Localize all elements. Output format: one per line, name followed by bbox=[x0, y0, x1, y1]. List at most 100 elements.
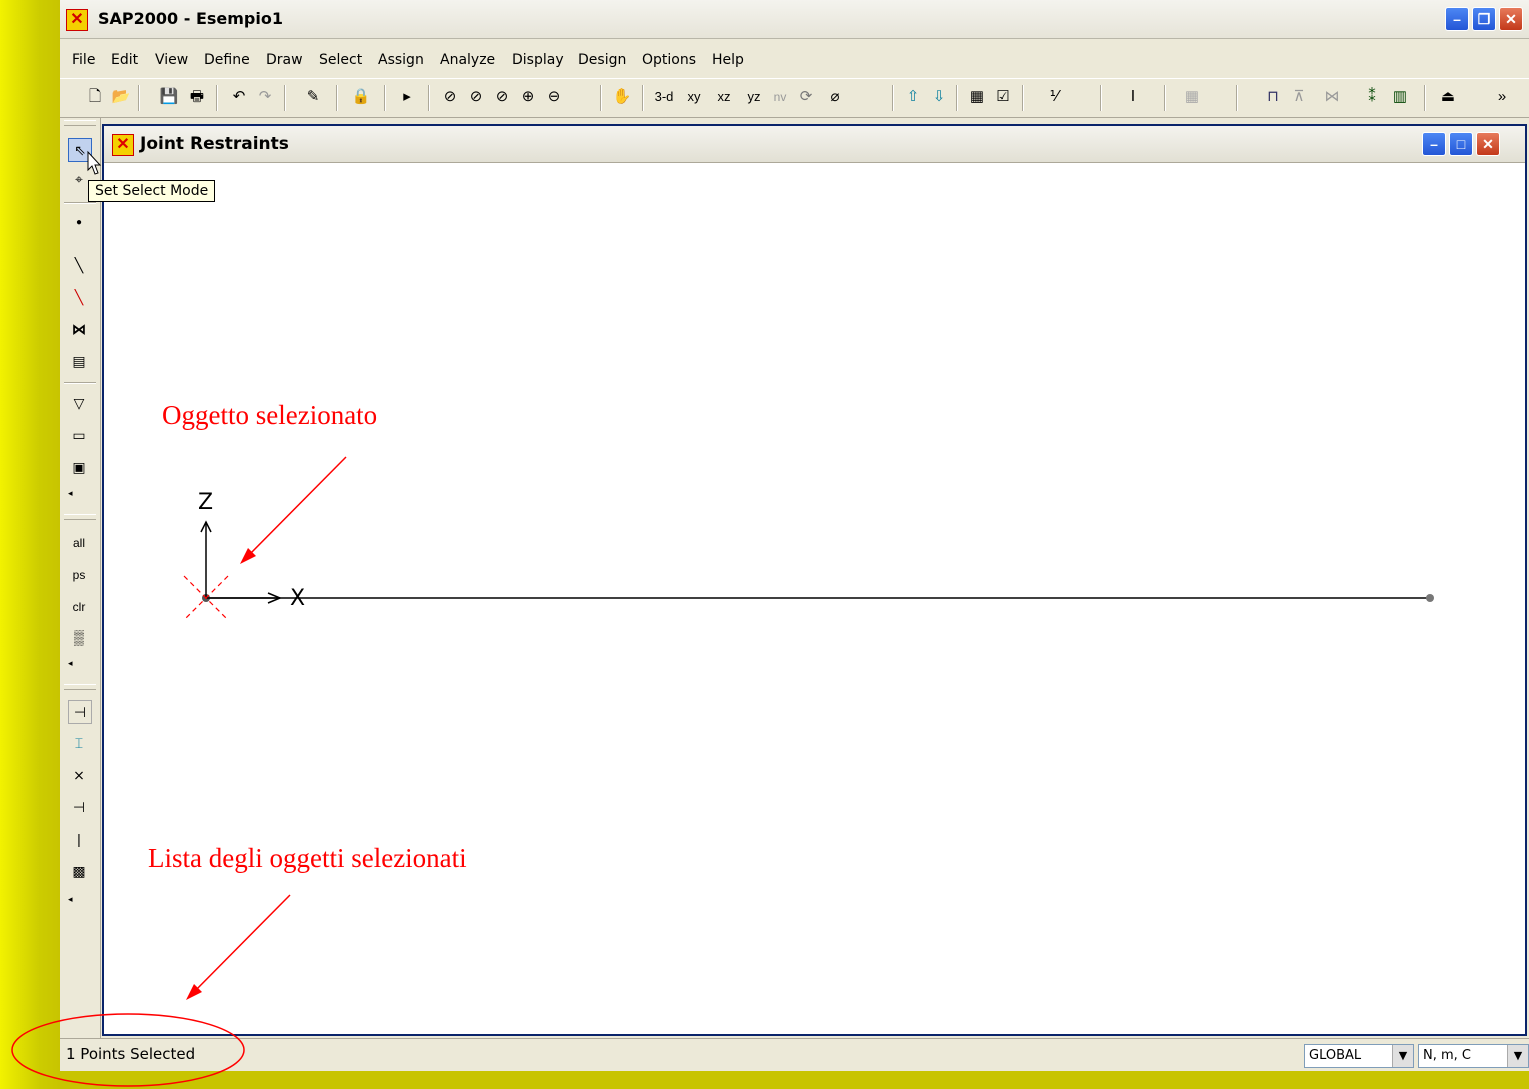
menu-select[interactable]: Select bbox=[319, 52, 362, 68]
zoom-in-icon[interactable]: ⊕ bbox=[516, 85, 540, 109]
menu-help[interactable]: Help bbox=[712, 52, 744, 68]
more-tools-icon[interactable]: » bbox=[1490, 85, 1514, 109]
graph-icon[interactable]: ⁑ bbox=[1360, 85, 1384, 109]
snap-perpendicular-icon[interactable]: ⊣ bbox=[68, 796, 90, 818]
perspective-icon[interactable]: ⌀ bbox=[820, 85, 850, 109]
show-frames-icon[interactable]: Ⅰ bbox=[1118, 85, 1148, 109]
menu-assign[interactable]: Assign bbox=[378, 52, 424, 68]
coord-system-select[interactable]: GLOBAL ▼ bbox=[1304, 1044, 1414, 1068]
child-title-bar: ✕ Joint Restraints – □ ✕ bbox=[104, 126, 1525, 163]
tooltip: Set Select Mode bbox=[88, 180, 216, 202]
coord-system-value: GLOBAL bbox=[1309, 1048, 1362, 1063]
menu-options[interactable]: Options bbox=[642, 52, 696, 68]
save-icon[interactable]: 💾 bbox=[158, 85, 180, 109]
annotation-selected-object: Oggetto selezionato bbox=[162, 400, 378, 430]
quick-draw-area-icon[interactable]: ▣ bbox=[68, 456, 90, 478]
set-elements-icon[interactable]: ☑ bbox=[992, 85, 1014, 109]
invert-selection-icon[interactable]: ▒ bbox=[68, 626, 90, 648]
child-maximize-button[interactable]: □ bbox=[1449, 132, 1473, 156]
deformed-shape-icon[interactable]: ⋈ bbox=[1314, 85, 1350, 109]
pointer-select-icon[interactable]: ⇖ bbox=[68, 138, 92, 162]
app-title: SAP2000 - Esempio1 bbox=[98, 9, 283, 28]
expand-snap-toolbar-icon[interactable]: ◂ bbox=[68, 888, 90, 910]
left-toolbar: ⇖ ⌖ ● ╲ ╲ ⋈ ▤ ▽ ▭ ▣ ◂ all ps clr ▒ ◂ ⊣ ⌶… bbox=[60, 118, 101, 1038]
main-toolbar: 🗋 📂 💾 🖶 ↶ ↷ ✎ 🔒 ▸ ⊘ ⊘ ⊘ ⊕ ⊖ ✋ 3-d xy xz … bbox=[60, 78, 1529, 118]
child-minimize-button[interactable]: – bbox=[1422, 132, 1446, 156]
quick-draw-frame-icon[interactable]: ╲ bbox=[68, 286, 90, 308]
view-xy-button[interactable]: xy bbox=[682, 85, 706, 109]
sap2000-logo-icon: ✕ bbox=[66, 9, 88, 31]
area-options-icon[interactable]: ▦ bbox=[1174, 85, 1210, 109]
expand-toolbar-icon[interactable]: ◂ bbox=[68, 482, 90, 504]
snap-ends-icon[interactable]: ⌶ bbox=[68, 732, 90, 754]
select-all-button[interactable]: all bbox=[68, 532, 90, 554]
draw-poly-area-icon[interactable]: ▽ bbox=[68, 392, 90, 414]
frame-icon[interactable]: ⊓ bbox=[1262, 85, 1284, 109]
zoom-previous-icon[interactable]: ⊘ bbox=[464, 85, 488, 109]
draw-point-icon[interactable]: ● bbox=[68, 212, 90, 234]
snap-lines-icon[interactable]: | bbox=[68, 828, 90, 850]
pencil-icon[interactable]: ✎ bbox=[302, 85, 324, 109]
print-icon[interactable]: 🖶 bbox=[186, 85, 208, 109]
view-yz-button[interactable]: yz bbox=[742, 85, 766, 109]
menu-define[interactable]: Define bbox=[204, 52, 250, 68]
snap-fine-grid-icon[interactable]: ▩ bbox=[68, 860, 90, 882]
expand-select-toolbar-icon[interactable]: ◂ bbox=[68, 652, 90, 674]
set-display-icon[interactable]: ▦ bbox=[966, 85, 988, 109]
draw-secondary-icon[interactable]: ▤ bbox=[68, 350, 90, 372]
title-bar: ✕ SAP2000 - Esempio1 – ❐ ✕ bbox=[60, 0, 1529, 39]
previous-selection-button[interactable]: ps bbox=[68, 564, 90, 586]
draw-braces-icon[interactable]: ⋈ bbox=[68, 318, 90, 340]
view-xz-button[interactable]: xz bbox=[712, 85, 736, 109]
chevron-down-icon[interactable]: ▼ bbox=[1507, 1045, 1528, 1067]
snap-points-icon[interactable]: ⊣ bbox=[68, 700, 92, 724]
menu-edit[interactable]: Edit bbox=[111, 52, 138, 68]
menu-draw[interactable]: Draw bbox=[266, 52, 303, 68]
app-window: ✕ SAP2000 - Esempio1 – ❐ ✕ File Edit Vie… bbox=[60, 0, 1529, 1071]
truss-icon[interactable]: ⊼ bbox=[1288, 85, 1310, 109]
draw-rect-area-icon[interactable]: ▭ bbox=[68, 424, 90, 446]
menu-display[interactable]: Display bbox=[512, 52, 564, 68]
run-analysis-icon[interactable]: ▸ bbox=[396, 85, 418, 109]
plot-icon[interactable]: ▥ bbox=[1388, 85, 1412, 109]
undo-icon[interactable]: ↶ bbox=[228, 85, 250, 109]
pan-hand-icon[interactable]: ✋ bbox=[610, 85, 634, 109]
menu-view[interactable]: View bbox=[155, 52, 188, 68]
sap2000-window-icon: ✕ bbox=[112, 134, 134, 156]
status-bar: 1 Points Selected GLOBAL ▼ N, m, C ▼ bbox=[60, 1038, 1529, 1072]
down-arrow-icon[interactable]: ⇩ bbox=[928, 85, 950, 109]
open-folder-icon[interactable]: 📂 bbox=[110, 85, 132, 109]
menu-bar: File Edit View Define Draw Select Assign… bbox=[60, 48, 1529, 74]
lock-icon[interactable]: 🔒 bbox=[350, 85, 372, 109]
view-3d-button[interactable]: 3-d bbox=[652, 85, 676, 109]
menu-file[interactable]: File bbox=[72, 52, 95, 68]
reshape-icon[interactable]: ⌖ bbox=[68, 168, 90, 190]
child-close-button[interactable]: ✕ bbox=[1476, 132, 1500, 156]
draw-frame-icon[interactable]: ╲ bbox=[68, 254, 90, 276]
minimize-button[interactable]: – bbox=[1445, 7, 1469, 31]
new-file-icon[interactable]: 🗋 bbox=[84, 85, 106, 109]
percent-icon[interactable]: ⅟ bbox=[1034, 85, 1074, 109]
up-arrow-icon[interactable]: ⇧ bbox=[902, 85, 924, 109]
snap-intersections-icon[interactable]: ⨯ bbox=[68, 764, 90, 786]
restore-button[interactable]: ❐ bbox=[1472, 7, 1496, 31]
x-axis-label: X bbox=[290, 586, 306, 611]
export-icon[interactable]: ⏏ bbox=[1436, 85, 1460, 109]
units-select[interactable]: N, m, C ▼ bbox=[1418, 1044, 1529, 1068]
view-nv-button[interactable]: nv bbox=[768, 85, 792, 109]
zoom-out-icon[interactable]: ⊖ bbox=[542, 85, 566, 109]
joint-restraints-window: ✕ Joint Restraints – □ ✕ bbox=[102, 124, 1527, 1036]
menu-design[interactable]: Design bbox=[578, 52, 626, 68]
units-value: N, m, C bbox=[1423, 1048, 1471, 1063]
z-axis-label: Z bbox=[198, 490, 214, 515]
close-button[interactable]: ✕ bbox=[1499, 7, 1523, 31]
annotation-selection-list: Lista degli oggetti selezionati bbox=[148, 843, 467, 873]
menu-analyze[interactable]: Analyze bbox=[440, 52, 495, 68]
redo-icon[interactable]: ↷ bbox=[254, 85, 276, 109]
zoom-window-icon[interactable]: ⊘ bbox=[438, 85, 462, 109]
child-window-title: Joint Restraints bbox=[140, 134, 289, 154]
chevron-down-icon[interactable]: ▼ bbox=[1392, 1045, 1413, 1067]
clear-selection-button[interactable]: clr bbox=[68, 596, 90, 618]
zoom-default-icon[interactable]: ⊘ bbox=[490, 85, 514, 109]
rotate-3d-icon[interactable]: ⟳ bbox=[794, 85, 818, 109]
